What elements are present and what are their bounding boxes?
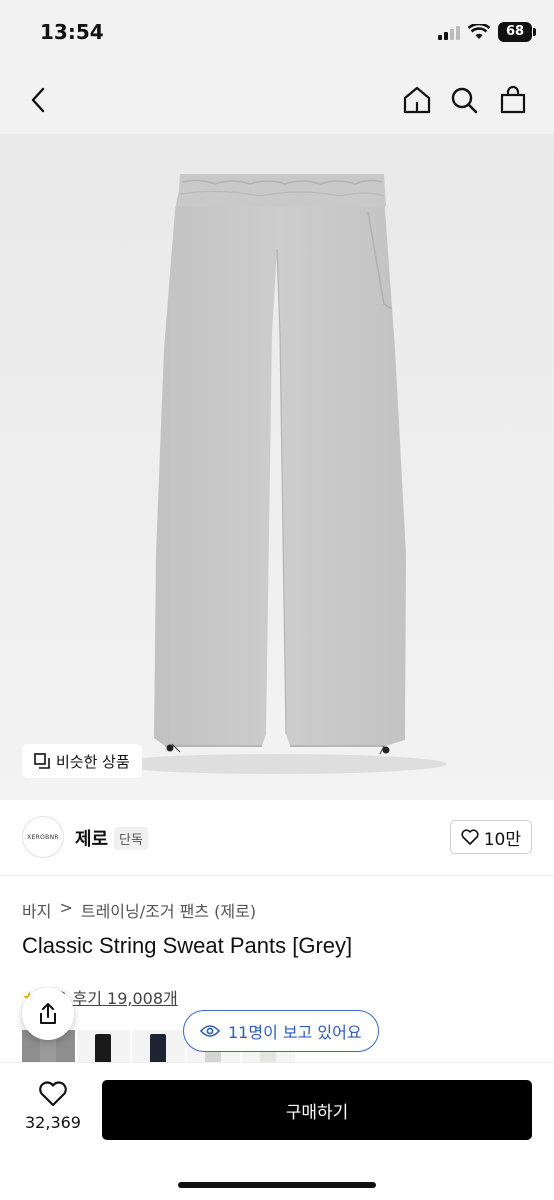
breadcrumb: 바지 > 트레이닝/조거 팬츠 (제로)	[22, 898, 256, 922]
share-icon	[40, 1003, 56, 1024]
thumbnail-navy[interactable]	[132, 1030, 185, 1064]
search-button[interactable]	[444, 80, 484, 120]
wifi-icon	[468, 24, 490, 39]
breadcrumb-category[interactable]: 바지	[22, 898, 51, 922]
sweatpants-image	[107, 174, 447, 774]
similar-products-button[interactable]: 비슷한 상품	[22, 744, 142, 778]
eye-icon	[200, 1025, 220, 1037]
back-button[interactable]	[18, 80, 58, 120]
breadcrumb-separator: >	[59, 898, 73, 917]
shopping-bag-icon	[500, 85, 526, 114]
breadcrumb-subcategory[interactable]: 트레이닝/조거 팬츠 (제로)	[81, 898, 256, 922]
similar-icon	[34, 753, 50, 769]
brand-row: XEROBNR 제로 단독 10만	[0, 800, 554, 876]
heart-outline-icon	[461, 829, 479, 845]
product-image[interactable]: 비슷한 상품	[0, 134, 554, 800]
heart-icon	[39, 1081, 67, 1107]
brand-like-button[interactable]: 10만	[449, 820, 532, 854]
battery-icon: 68	[498, 22, 536, 42]
cart-button[interactable]	[493, 80, 533, 120]
search-icon	[451, 87, 478, 114]
status-time: 13:54	[40, 20, 104, 44]
thumbnail-swatch	[95, 1034, 111, 1064]
reviews-link[interactable]: 후기 19,008개	[73, 985, 178, 1009]
home-button[interactable]	[397, 80, 437, 120]
buy-button[interactable]: 구매하기	[102, 1080, 532, 1140]
thumbnail-black[interactable]	[77, 1030, 130, 1064]
brand-logo[interactable]: XEROBNR	[22, 816, 64, 858]
chevron-left-icon	[31, 87, 45, 113]
share-button[interactable]	[22, 988, 74, 1040]
status-bar: 13:54 68	[0, 0, 554, 66]
product-title: Classic String Sweat Pants [Grey]	[22, 933, 353, 958]
viewers-indicator: 11명이 보고 있어요	[183, 1010, 379, 1052]
viewers-text: 11명이 보고 있어요	[228, 1023, 362, 1042]
wishlist-count: 32,369	[25, 1113, 81, 1132]
wishlist-button[interactable]: 32,369	[22, 1081, 84, 1132]
similar-products-label: 비슷한 상품	[56, 752, 130, 771]
brand-name[interactable]: 제로	[75, 825, 108, 851]
home-icon	[403, 86, 431, 114]
cellular-signal-icon	[438, 24, 460, 40]
status-icons: 68	[438, 22, 536, 42]
exclusive-badge: 단독	[114, 827, 148, 850]
navigation-bar	[0, 66, 554, 134]
thumbnail-swatch	[150, 1034, 166, 1064]
brand-like-count: 10만	[483, 829, 521, 850]
home-indicator	[178, 1182, 376, 1188]
bottom-bar: 32,369 구매하기	[0, 1062, 554, 1200]
